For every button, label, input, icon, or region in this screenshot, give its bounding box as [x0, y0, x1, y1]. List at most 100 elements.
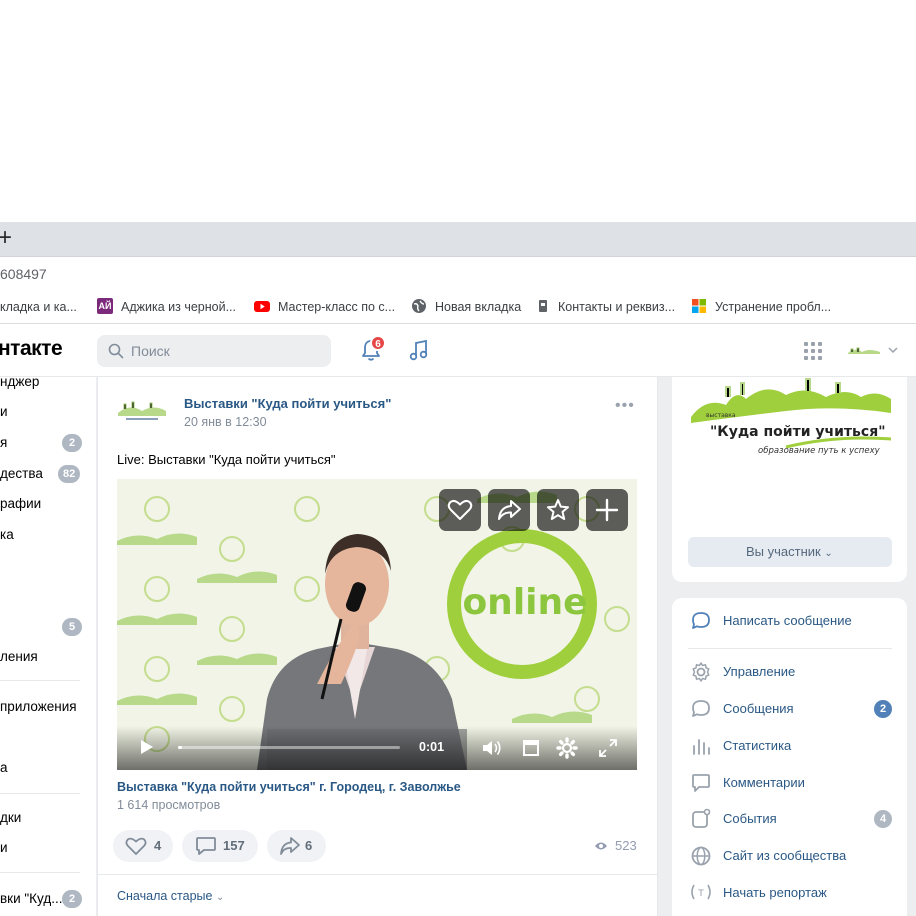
- post-text: Live: Выставки "Куда пойти учиться": [117, 452, 336, 467]
- apps-grid-icon[interactable]: [803, 341, 823, 361]
- bookmark-item[interactable]: Аджика из черной...: [121, 300, 236, 314]
- video-title-link[interactable]: Выставка "Куда пойти учиться" г. Городец…: [117, 780, 461, 794]
- sidebar-item-apps[interactable]: приложения: [0, 699, 77, 714]
- post-divider: [98, 874, 657, 875]
- favorite-video-button[interactable]: [537, 489, 579, 531]
- share-video-button[interactable]: [488, 489, 530, 531]
- sidebar-divider: [0, 872, 80, 873]
- sidebar-item-communities[interactable]: дества: [0, 466, 43, 481]
- write-message-link[interactable]: Написать сообщение: [723, 613, 852, 628]
- settings-icon[interactable]: [556, 737, 578, 759]
- sidebar-badge: 2: [62, 434, 82, 452]
- sidebar-badge: 82: [58, 465, 81, 483]
- post-date[interactable]: 20 янв в 12:30: [184, 415, 267, 429]
- community-avatar[interactable]: [116, 395, 168, 425]
- vk-logo[interactable]: нтакте: [0, 337, 63, 361]
- share-icon: [498, 500, 521, 520]
- views-count: 523: [615, 838, 637, 853]
- windows-icon: [691, 298, 707, 314]
- video-views: 1 614 просмотров: [117, 798, 221, 812]
- actions-divider: [688, 648, 892, 649]
- video-progress-bar[interactable]: [178, 746, 400, 749]
- stats-icon: [693, 739, 710, 755]
- menu-item-broadcast[interactable]: Начать репортаж: [723, 885, 827, 900]
- comments-count: 157: [223, 838, 245, 853]
- bookmark-item[interactable]: Устранение пробл...: [715, 300, 831, 314]
- video-bg-word: online: [462, 582, 587, 623]
- likes-count: 4: [154, 838, 162, 853]
- message-icon: [692, 700, 710, 717]
- sort-comments-dropdown[interactable]: Сначала старые ⌄: [117, 889, 224, 903]
- more-options-icon[interactable]: •••: [615, 397, 635, 415]
- eye-icon: [595, 842, 607, 850]
- heart-icon: [447, 499, 473, 520]
- comment-button[interactable]: [182, 830, 258, 862]
- message-icon: [692, 612, 710, 629]
- left-sidebar: [0, 377, 96, 916]
- play-icon[interactable]: [138, 738, 156, 756]
- membership-label: Вы участник ⌄: [746, 544, 833, 559]
- share-icon: [280, 837, 300, 855]
- aj-site-icon: АЙ: [97, 298, 113, 314]
- menu-item-management[interactable]: Управление: [723, 664, 795, 679]
- menu-item-statistics[interactable]: Статистика: [723, 738, 791, 753]
- search-placeholder: Поиск: [131, 343, 170, 359]
- miniplayer-icon[interactable]: [522, 739, 540, 757]
- bookmark-item[interactable]: Мастер-класс по с...: [278, 300, 395, 314]
- sidebar-item-management[interactable]: ления: [0, 649, 38, 664]
- new-tab-button[interactable]: +: [0, 226, 12, 250]
- sidebar-divider: [0, 680, 80, 681]
- chevron-down-icon[interactable]: [888, 346, 898, 354]
- music-icon[interactable]: [408, 338, 430, 362]
- address-url[interactable]: 608497: [0, 266, 47, 282]
- video-progress-fill: [178, 746, 182, 749]
- sidebar-item-messenger[interactable]: нджер: [0, 374, 39, 389]
- menu-item-messages[interactable]: Сообщения: [723, 701, 794, 716]
- fullscreen-icon[interactable]: [598, 738, 618, 758]
- sidebar-item-photos[interactable]: рафии: [0, 496, 41, 511]
- menu-item-site[interactable]: Сайт из сообщества: [723, 848, 846, 863]
- sidebar-item-community[interactable]: вки "Куд...: [0, 891, 62, 906]
- search-icon: [108, 343, 124, 359]
- chevron-down-icon: ⌄: [215, 892, 225, 903]
- comment-icon: [692, 774, 710, 792]
- bookmark-item[interactable]: Контакты и реквиз...: [558, 300, 675, 314]
- address-bar[interactable]: [0, 256, 916, 292]
- community-cover[interactable]: выставка "Куда пойти учиться" образовани…: [686, 377, 896, 457]
- star-icon: [547, 499, 569, 520]
- post-author-link[interactable]: Выставки "Куда пойти учиться": [184, 396, 391, 411]
- menu-item-events[interactable]: События: [723, 811, 777, 826]
- sidebar-item-link[interactable]: и: [0, 840, 8, 855]
- sidebar-item-music[interactable]: ка: [0, 527, 14, 542]
- video-time: 0:01: [419, 740, 445, 754]
- sidebar-item-friends[interactable]: и: [0, 404, 8, 419]
- cover-tagline: образование путь к успеху: [758, 446, 881, 456]
- profile-avatar-icon[interactable]: [847, 343, 881, 357]
- svg-text:T: T: [697, 889, 704, 899]
- sidebar-item-bookmarks[interactable]: дки: [0, 810, 21, 825]
- gear-icon: [692, 662, 710, 682]
- events-icon: [692, 808, 711, 828]
- bookmark-item[interactable]: кладка и ка...: [0, 300, 77, 314]
- comment-icon: [196, 837, 216, 855]
- globe-icon: [691, 846, 711, 866]
- bookmark-item[interactable]: Новая вкладка: [435, 300, 521, 314]
- sort-label: Сначала старые: [117, 889, 213, 903]
- sidebar-item-app[interactable]: а: [0, 760, 8, 775]
- add-video-button[interactable]: [586, 489, 628, 531]
- volume-icon[interactable]: [481, 738, 503, 758]
- menu-item-comments[interactable]: Комментарии: [723, 775, 805, 790]
- messages-badge: 2: [874, 700, 892, 718]
- plus-icon: [595, 498, 619, 522]
- sidebar-badge: 5: [62, 618, 82, 636]
- globe-icon: [411, 298, 427, 314]
- notifications-badge: 6: [370, 335, 386, 351]
- events-badge: 4: [874, 810, 892, 828]
- cover-small-text: выставка: [706, 412, 736, 419]
- sidebar-badge: 2: [62, 890, 82, 908]
- sidebar-item-friends-requests[interactable]: я: [0, 435, 7, 450]
- broadcast-icon: T: [691, 884, 711, 900]
- youtube-icon: [254, 298, 270, 314]
- like-video-button[interactable]: [439, 489, 481, 531]
- heart-icon: [125, 837, 147, 855]
